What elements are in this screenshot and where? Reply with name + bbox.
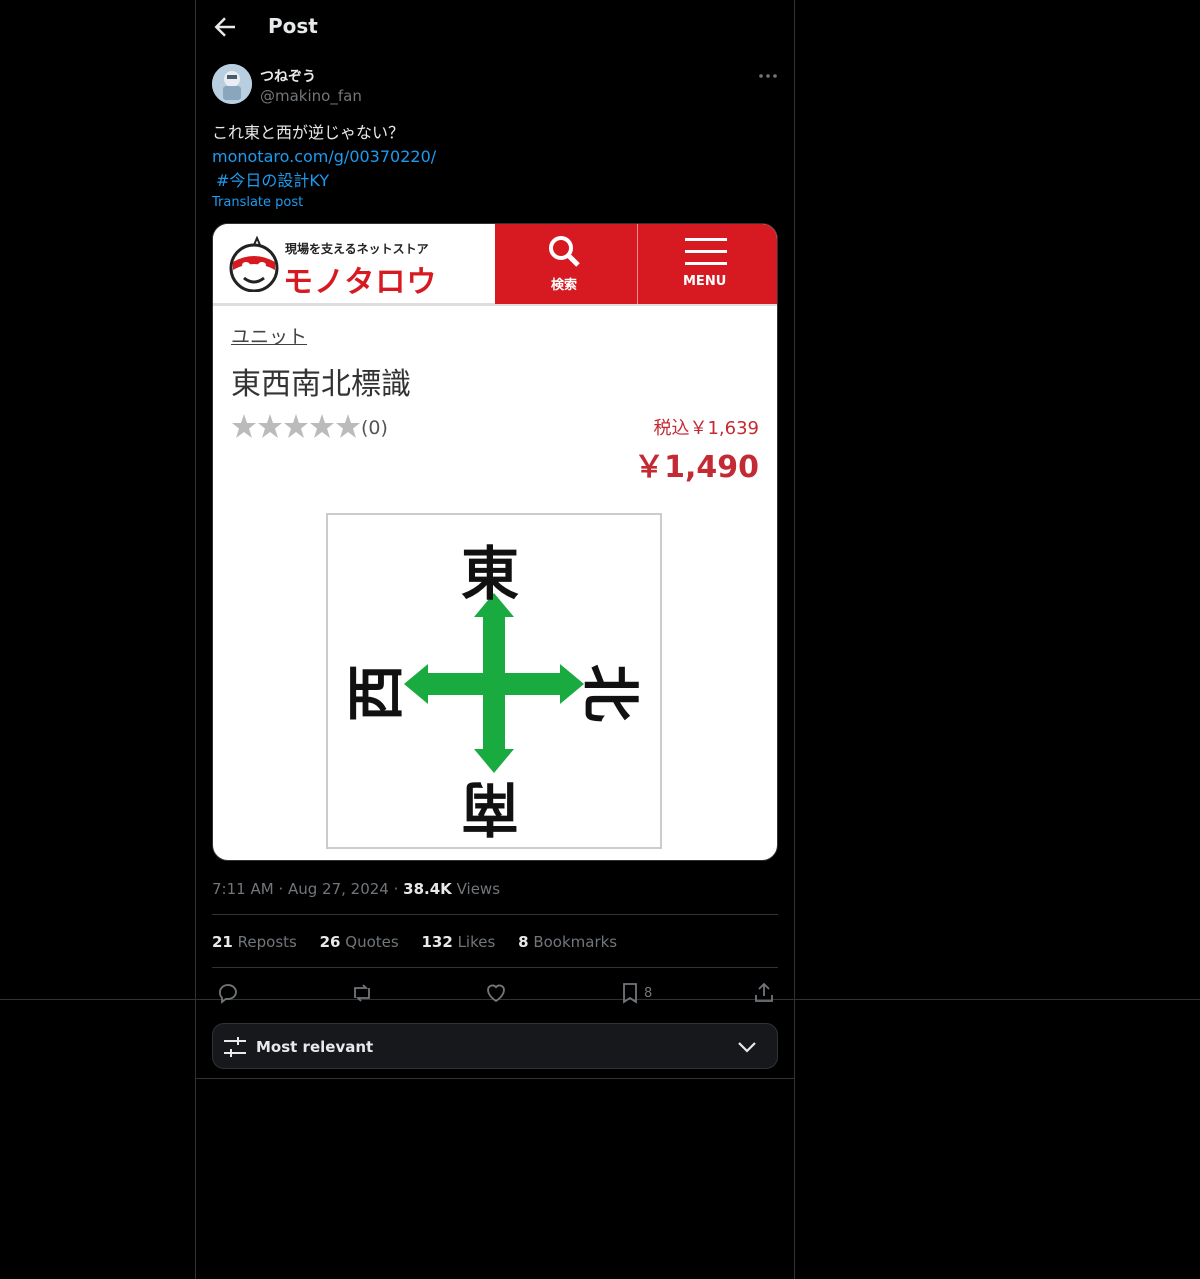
chevron-down-icon (738, 1042, 756, 1053)
post-media[interactable]: 現場を支えるネットストア モノタロウ 検索 MENU ユニット 東西南北標識 (… (212, 223, 778, 861)
breadcrumb: ユニット (231, 326, 308, 348)
stat-count: 26 (319, 933, 341, 951)
stat-count: 8 (518, 933, 529, 951)
author-name[interactable]: つねぞう (260, 66, 316, 86)
translate-link[interactable]: Translate post (212, 195, 303, 210)
stat-quotes[interactable]: 26 Quotes (320, 933, 399, 951)
share-icon[interactable] (752, 981, 776, 1005)
post-time[interactable]: 7:11 AM (212, 880, 274, 898)
post-link[interactable]: monotaro.com/g/00370220/ (212, 145, 436, 169)
stat-reposts[interactable]: 21 Reposts (212, 933, 297, 951)
avatar-image (212, 64, 252, 104)
bookmark-icon[interactable] (618, 981, 642, 1005)
site-tagline: 現場を支えるネットストア (285, 242, 429, 256)
more-options-icon[interactable] (756, 64, 780, 88)
stat-label: Bookmarks (533, 933, 618, 951)
divider (212, 967, 778, 968)
stat-count: 21 (212, 933, 233, 951)
sign-bottom-label: 南 (461, 774, 520, 842)
repost-icon[interactable] (350, 981, 374, 1005)
rating-count: (0) (361, 417, 388, 439)
post-header: Post (196, 0, 794, 54)
stat-bookmarks[interactable]: 8 Bookmarks (518, 933, 617, 951)
price: ￥1,490 (634, 450, 759, 485)
site-header: 現場を支えるネットストア モノタロウ 検索 MENU (213, 224, 777, 306)
post-hashtag[interactable]: #今日の設計KY (212, 169, 436, 193)
bookmark-count: 8 (644, 986, 653, 1001)
sort-label: Most relevant (256, 1038, 374, 1056)
avatar[interactable] (212, 64, 252, 104)
divider (212, 914, 778, 915)
search-label: 検索 (551, 278, 578, 293)
heart-icon[interactable] (484, 981, 508, 1005)
star-rating-icon (232, 414, 360, 438)
sign-left-label: 西 (342, 663, 411, 723)
menu-label: MENU (683, 274, 727, 289)
stat-count: 132 (421, 933, 453, 951)
divider (196, 1078, 794, 1079)
nav-separator (637, 224, 638, 304)
post-text: これ東と西が逆じゃない？ monotaro.com/g/00370220/ #今… (212, 121, 436, 193)
hamburger-menu-icon (685, 238, 727, 265)
stat-likes[interactable]: 132 Likes (421, 933, 495, 951)
sort-dropdown[interactable]: Most relevant (212, 1023, 778, 1069)
product-title: 東西南北標識 (231, 367, 411, 402)
price-with-tax: 税込￥1,639 (653, 418, 759, 439)
post-body: これ東と西が逆じゃない？ (212, 123, 405, 142)
direction-sign-image: 東 西 北 南 (326, 513, 662, 849)
post-meta: 7:11 AM · Aug 27, 2024 · 38.4K Views (212, 880, 501, 898)
stat-label: Likes (457, 933, 496, 951)
mascot-logo-icon (229, 236, 279, 292)
site-logo-text: モノタロウ (283, 265, 438, 300)
post-date[interactable]: Aug 27, 2024 (288, 880, 389, 898)
reply-icon[interactable] (216, 981, 240, 1005)
search-icon (549, 236, 580, 267)
sign-right-label: 北 (576, 663, 645, 723)
back-arrow-icon[interactable] (210, 12, 240, 42)
sliders-icon (224, 1037, 246, 1057)
post-column: Post つねぞう @makino_fan これ東と西が逆じゃない？ monot… (195, 0, 795, 1279)
stat-label: Quotes (345, 933, 399, 951)
stat-label: Reposts (237, 933, 297, 951)
post-stats: 21 Reposts 26 Quotes 132 Likes 8 Bookmar… (212, 933, 635, 951)
author-handle[interactable]: @makino_fan (260, 87, 362, 105)
views-label: Views (456, 880, 501, 898)
views-count: 38.4K (403, 880, 452, 898)
sign-top-label: 東 (461, 540, 520, 608)
page-title: Post (268, 14, 318, 38)
